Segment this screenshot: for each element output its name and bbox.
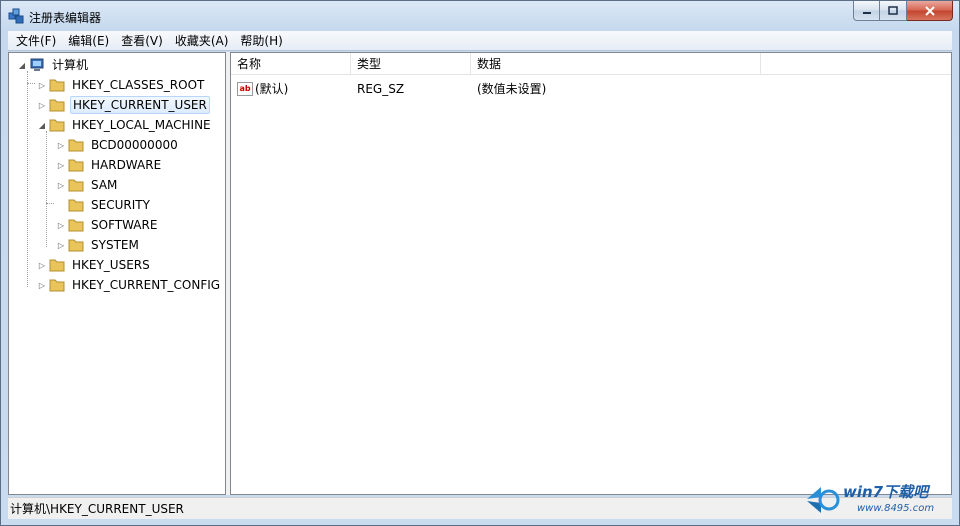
value-name: (默认): [255, 82, 289, 96]
computer-icon: [30, 58, 44, 71]
windows-logo-icon: [807, 487, 840, 513]
tree-node-label: HKEY_CLASSES_ROOT: [72, 78, 205, 92]
tree-node-hkey-local-machine[interactable]: ◢ HKEY_LOCAL_MACHINE: [37, 115, 213, 135]
tree-node-bcd[interactable]: ▷ BCD00000000: [56, 135, 180, 155]
regedit-app-icon: [8, 8, 24, 24]
string-value-icon: ab: [237, 82, 253, 96]
minimize-button[interactable]: [853, 1, 880, 21]
column-header-name[interactable]: 名称: [231, 53, 351, 75]
column-header-row: 名称 类型 数据: [231, 53, 951, 75]
close-icon: [924, 5, 935, 16]
folder-icon: [68, 139, 84, 152]
title-bar[interactable]: 注册表编辑器: [1, 1, 959, 31]
tree-node-label: HARDWARE: [91, 158, 162, 172]
tree-node-label: SYSTEM: [91, 238, 139, 252]
folder-icon: [68, 239, 84, 252]
folder-open-icon: [49, 119, 65, 132]
column-header-data[interactable]: 数据: [471, 53, 761, 75]
collapsed-arrow-icon[interactable]: ▷: [37, 280, 47, 290]
status-path: 计算机\HKEY_CURRENT_USER: [10, 502, 184, 516]
tree-node-hkey-current-config[interactable]: ▷ HKEY_CURRENT_CONFIG: [37, 275, 222, 295]
minimize-icon: [862, 11, 871, 14]
maximize-button[interactable]: [880, 1, 907, 21]
caption-buttons: [853, 1, 953, 21]
folder-icon: [68, 159, 84, 172]
collapsed-arrow-icon[interactable]: ▷: [56, 160, 66, 170]
tree-node-label: HKEY_CURRENT_CONFIG: [72, 278, 221, 292]
watermark-brand: win7下载吧: [843, 483, 929, 501]
tree-node-label: SAM: [91, 178, 118, 192]
tree-node-hkey-current-user[interactable]: ▷ HKEY_CURRENT_USER: [37, 95, 210, 115]
tree-node-label: HKEY_CURRENT_USER: [70, 96, 210, 114]
collapsed-arrow-icon[interactable]: ▷: [56, 220, 66, 230]
value-data: (数值未设置): [477, 82, 547, 96]
tree-node-sam[interactable]: ▷ SAM: [56, 175, 119, 195]
expanded-arrow-icon[interactable]: ◢: [17, 60, 27, 70]
client-area: ◢ 计算机 ▷ HKEY_CLASSES_ROOT ▷ HKEY_CURRENT…: [8, 52, 952, 495]
tree-node-computer[interactable]: ◢ 计算机: [17, 55, 90, 75]
watermark: win7下载吧 www.8495.com: [803, 479, 953, 519]
registry-editor-window: 注册表编辑器 文件(F) 编辑(E) 查看(V) 收藏夹(A) 帮助(H) ◢ …: [0, 0, 960, 526]
tree-connector-line: [27, 83, 35, 84]
menu-favorites[interactable]: 收藏夹(A): [169, 31, 235, 51]
tree-connector-line: [27, 71, 28, 287]
tree-node-hkey-classes-root[interactable]: ▷ HKEY_CLASSES_ROOT: [37, 75, 206, 95]
collapsed-arrow-icon[interactable]: ▷: [37, 80, 47, 90]
tree-connector-line: [46, 131, 47, 247]
expanded-arrow-icon[interactable]: ◢: [37, 120, 47, 130]
tree-node-software[interactable]: ▷ SOFTWARE: [56, 215, 159, 235]
menu-bar: 文件(F) 编辑(E) 查看(V) 收藏夹(A) 帮助(H): [8, 31, 952, 51]
tree-node-label: 计算机: [52, 58, 89, 72]
folder-icon: [68, 199, 84, 212]
restore-icon: [888, 5, 898, 15]
tree-node-label: SOFTWARE: [91, 218, 158, 232]
table-row[interactable]: ab (默认) REG_SZ (数值未设置): [231, 79, 951, 99]
tree-node-hardware[interactable]: ▷ HARDWARE: [56, 155, 163, 175]
tree-node-system[interactable]: ▷ SYSTEM: [56, 235, 141, 255]
tree-node-label: HKEY_LOCAL_MACHINE: [72, 118, 211, 132]
no-expander: [56, 200, 66, 210]
tree-node-label: BCD00000000: [91, 138, 178, 152]
tree-connector-line: [46, 203, 54, 204]
menu-file[interactable]: 文件(F): [10, 31, 62, 51]
close-button[interactable]: [907, 1, 953, 21]
menu-view[interactable]: 查看(V): [115, 31, 169, 51]
collapsed-arrow-icon[interactable]: ▷: [37, 260, 47, 270]
collapsed-arrow-icon[interactable]: ▷: [56, 240, 66, 250]
folder-icon: [49, 259, 65, 272]
collapsed-arrow-icon[interactable]: ▷: [56, 140, 66, 150]
tree-node-security[interactable]: SECURITY: [56, 195, 152, 215]
collapsed-arrow-icon[interactable]: ▷: [56, 180, 66, 190]
window-title: 注册表编辑器: [29, 11, 102, 25]
folder-icon: [49, 99, 65, 112]
key-tree-pane[interactable]: ◢ 计算机 ▷ HKEY_CLASSES_ROOT ▷ HKEY_CURRENT…: [8, 52, 226, 495]
menu-edit[interactable]: 编辑(E): [62, 31, 115, 51]
column-header-type[interactable]: 类型: [351, 53, 471, 75]
tree-node-label: HKEY_USERS: [72, 258, 150, 272]
collapsed-arrow-icon[interactable]: ▷: [37, 100, 47, 110]
tree-node-hkey-users[interactable]: ▷ HKEY_USERS: [37, 255, 152, 275]
folder-icon: [68, 179, 84, 192]
menu-help[interactable]: 帮助(H): [234, 31, 288, 51]
folder-icon: [49, 79, 65, 92]
tree-node-label: SECURITY: [91, 198, 150, 212]
values-list-pane[interactable]: 名称 类型 数据 ab (默认) REG_SZ (数值未设置): [230, 52, 952, 495]
folder-icon: [68, 219, 84, 232]
value-type: REG_SZ: [357, 82, 405, 96]
watermark-url: www.8495.com: [857, 503, 935, 514]
folder-icon: [49, 279, 65, 292]
